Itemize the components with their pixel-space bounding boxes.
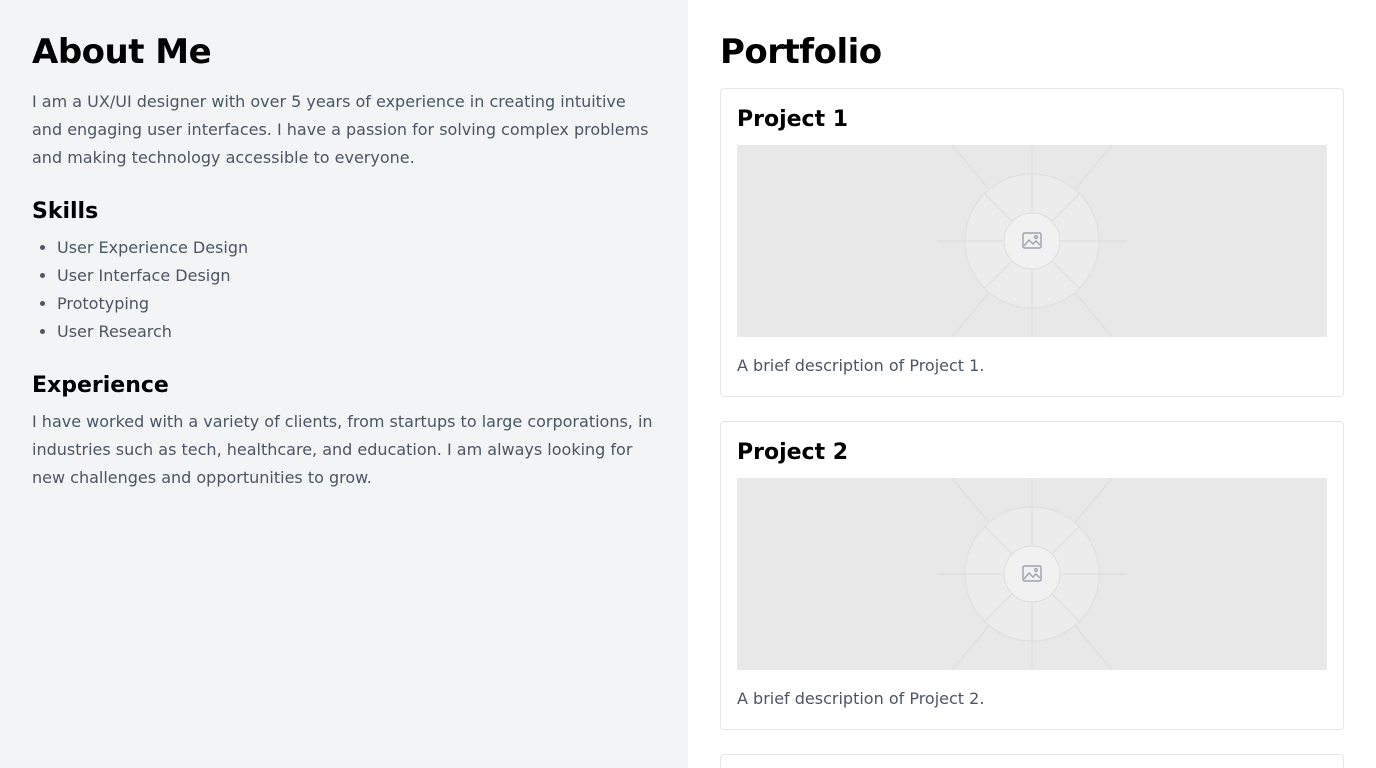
project-title: Project 2 xyxy=(737,440,849,465)
skill-item: User Experience Design xyxy=(57,234,656,262)
page: About Me I am a UX/UI designer with over… xyxy=(0,0,1376,768)
skills-heading: Skills xyxy=(32,199,99,224)
project-image xyxy=(737,145,1327,337)
skill-item: User Research xyxy=(57,318,656,346)
about-intro: I am a UX/UI designer with over 5 years … xyxy=(32,92,649,167)
project-card-1[interactable]: Project 1 A brief description of Project… xyxy=(720,88,1344,397)
portfolio-title: Portfolio xyxy=(720,32,882,72)
project-card-3[interactable] xyxy=(720,754,1344,768)
skill-item: Prototyping xyxy=(57,290,656,318)
experience-heading: Experience xyxy=(32,373,169,398)
project-description: A brief description of Project 2. xyxy=(737,689,985,708)
project-description: A brief description of Project 1. xyxy=(737,356,985,375)
about-title: About Me xyxy=(32,32,212,72)
about-section: About Me I am a UX/UI designer with over… xyxy=(0,0,688,768)
portfolio-section: Portfolio Project 1 A brief description … xyxy=(688,0,1376,768)
experience-text: I have worked with a variety of clients,… xyxy=(32,412,653,487)
project-image xyxy=(737,478,1327,670)
image-placeholder-icon xyxy=(937,478,1127,670)
image-placeholder-icon xyxy=(937,145,1127,337)
project-card-2[interactable]: Project 2 A brief description of Project… xyxy=(720,421,1344,730)
skills-list: User Experience Design User Interface De… xyxy=(32,234,656,346)
project-title: Project 1 xyxy=(737,107,849,132)
skill-item: User Interface Design xyxy=(57,262,656,290)
